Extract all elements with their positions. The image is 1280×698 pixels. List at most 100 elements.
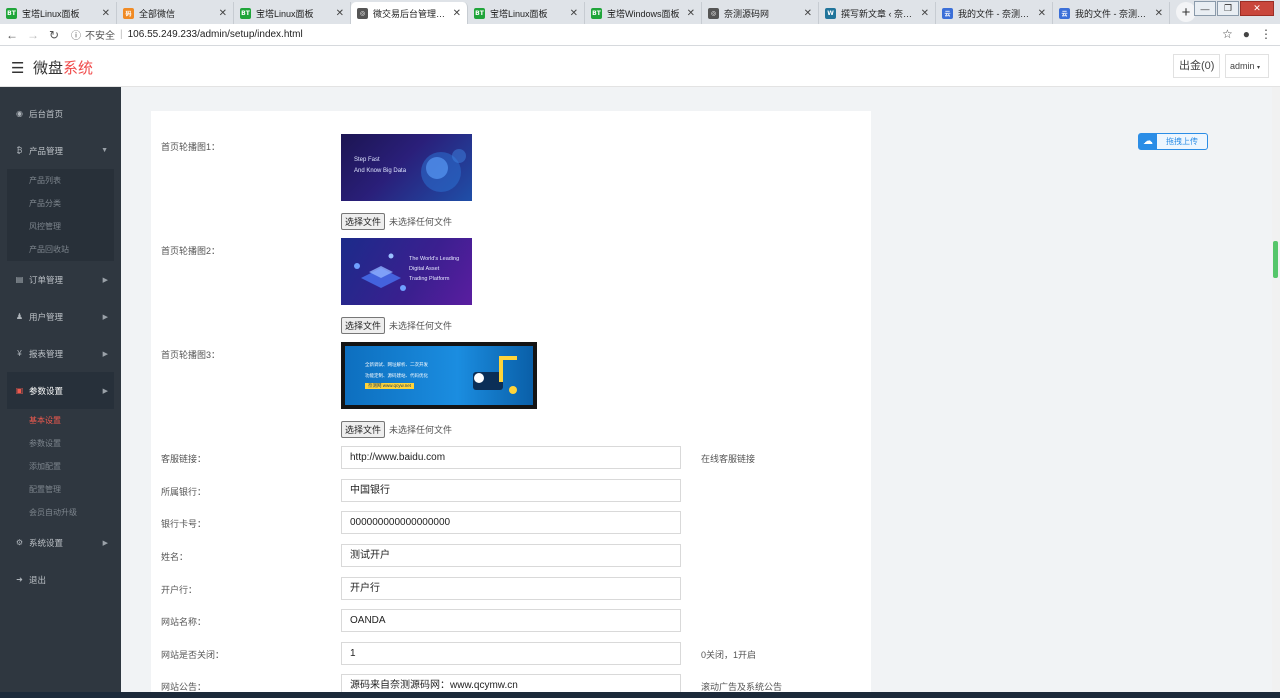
browser-tab-active[interactable]: ◎ 微交易后台管理系统 ✕ xyxy=(351,2,468,24)
sidebar-item-reports[interactable]: ¥ 报表管理 ▶ xyxy=(0,335,121,372)
tab-favicon-icon: BT xyxy=(591,7,602,19)
browser-tab[interactable]: W 撰写新文章 ‹ 奈测源 ✕ xyxy=(819,2,936,24)
new-tab-button[interactable]: + xyxy=(1176,2,1196,22)
tab-close-icon[interactable]: ✕ xyxy=(219,8,227,19)
brand-logo: 微盘系统 xyxy=(33,57,93,78)
user-dropdown[interactable]: admin ▾ xyxy=(1225,54,1269,78)
submenu-item[interactable]: 风控管理 xyxy=(7,215,114,238)
chevron-right-icon: ▶ xyxy=(102,350,108,358)
browser-tab[interactable]: BT 宝塔Linux面板 ✕ xyxy=(0,2,117,24)
sidebar-item-label: 订单管理 xyxy=(29,274,64,285)
menu-toggle-icon[interactable]: ☰ xyxy=(11,59,24,77)
submenu-item[interactable]: 参数设置 xyxy=(0,432,121,455)
window-close-icon[interactable]: ✕ xyxy=(1240,1,1274,16)
submenu-item[interactable]: 产品回收站 xyxy=(7,238,114,261)
field-label: 开户行： xyxy=(161,585,198,595)
sidebar: ◉ 后台首页 ₿ 产品管理 ▼ 产品列表 产品分类 风控管理 产品回收站 ▤ 订单管理 ▶… xyxy=(0,87,121,698)
tab-favicon-icon: BT xyxy=(240,7,251,19)
dashboard-icon: ◉ xyxy=(16,109,23,118)
account-name-input[interactable]: 测试开户 xyxy=(341,544,681,567)
choose-file-button[interactable]: 选择文件 xyxy=(341,213,386,230)
tab-close-icon[interactable]: ✕ xyxy=(336,8,344,19)
tab-title: 撰写新文章 ‹ 奈测源 xyxy=(841,8,917,19)
profile-icon[interactable]: ● xyxy=(1243,27,1250,41)
submenu-item[interactable]: 会员自动升级 xyxy=(0,501,121,524)
browser-tab[interactable]: 云我的文件 - 奈测源码 ✕ xyxy=(936,2,1053,24)
card-number-input[interactable]: 000000000000000000 xyxy=(341,511,681,534)
service-link-input[interactable]: http://www.baidu.com xyxy=(341,446,681,469)
browser-menu-icon[interactable]: ⋮ xyxy=(1260,27,1272,41)
gears-icon: ⚙ xyxy=(15,538,24,547)
banner-graphic xyxy=(354,253,406,291)
choose-file-button[interactable]: 选择文件 xyxy=(341,421,386,438)
site-closed-input[interactable]: 1 xyxy=(341,642,681,665)
url-input[interactable]: 106.55.249.233/admin/setup/index.html xyxy=(128,29,303,40)
scrollbar-thumb[interactable] xyxy=(1273,241,1278,278)
field-label: 首页轮播图1： xyxy=(161,142,221,152)
tab-close-icon[interactable]: ✕ xyxy=(921,8,929,19)
url-separator: | xyxy=(120,29,123,40)
tab-favicon-icon: ◎ xyxy=(708,7,719,19)
browser-tab[interactable]: BT 宝塔Linux面板 ✕ xyxy=(234,2,351,24)
banner-text: Step Fast xyxy=(354,157,380,163)
tab-title: 全部微信 xyxy=(139,8,176,19)
tab-close-icon[interactable]: ✕ xyxy=(1155,8,1163,19)
banner-text: Trading Platform xyxy=(409,276,450,282)
file-picker: 选择文件 未选择任何文件 xyxy=(341,317,452,334)
tab-favicon-icon: ◎ xyxy=(357,7,368,19)
field-label: 网站是否关闭： xyxy=(161,650,225,660)
browser-tab[interactable]: 云我的文件 - 奈测源码 ✕ xyxy=(1053,2,1170,24)
browser-tab[interactable]: BT 宝塔Linux面板 ✕ xyxy=(468,2,585,24)
reload-icon[interactable]: ↻ xyxy=(45,28,63,42)
tab-favicon-icon: BT xyxy=(6,7,17,19)
browser-tab[interactable]: 码全部微信 ✕ xyxy=(117,2,234,24)
submenu-item[interactable]: 添加配置 xyxy=(0,455,121,478)
tab-title: 我的文件 - 奈测源码 xyxy=(958,8,1034,19)
submenu-item[interactable]: 产品分类 xyxy=(7,192,114,215)
cloud-icon: ☁ xyxy=(1139,134,1157,149)
tab-close-icon[interactable]: ✕ xyxy=(1038,8,1046,19)
browser-tab[interactable]: BT 宝塔Windows面板 ✕ xyxy=(585,2,702,24)
bank-name-input[interactable]: 中国银行 xyxy=(341,479,681,502)
app-header: ☰ 微盘系统 出金(0) admin ▾ xyxy=(0,46,1280,87)
address-bar: ← → ↻ ⓘ 不安全 | 106.55.249.233/admin/setup… xyxy=(0,24,1280,46)
info-icon[interactable]: ⓘ xyxy=(71,27,81,42)
tab-favicon-icon: W xyxy=(825,7,836,19)
sidebar-item-params[interactable]: ▣ 参数设置 ▶ xyxy=(7,372,114,409)
sidebar-item-users[interactable]: ♟ 用户管理 ▶ xyxy=(0,298,121,335)
upload-label: 拖拽上传 xyxy=(1166,137,1198,146)
logout-icon: ➜ xyxy=(16,575,23,584)
drag-upload-button[interactable]: ☁ 拖拽上传 xyxy=(1138,133,1208,150)
robot-graphic xyxy=(473,356,517,394)
user-name: admin xyxy=(1230,61,1255,71)
chevron-down-icon: ▼ xyxy=(101,147,108,154)
submenu-item[interactable]: 产品列表 xyxy=(7,169,114,192)
tab-close-icon[interactable]: ✕ xyxy=(102,8,110,19)
banner-text: 奈测网 www.qcyw.net xyxy=(365,383,415,389)
minimize-icon[interactable]: — xyxy=(1194,1,1216,16)
tab-title: 宝塔Linux面板 xyxy=(256,8,314,19)
sidebar-item-orders[interactable]: ▤ 订单管理 ▶ xyxy=(0,261,121,298)
tab-close-icon[interactable]: ✕ xyxy=(570,8,578,19)
back-icon[interactable]: ← xyxy=(3,28,21,42)
sidebar-item-home[interactable]: ◉ 后台首页 xyxy=(0,95,121,132)
sidebar-item-products[interactable]: ₿ 产品管理 ▼ xyxy=(0,132,121,169)
bookmark-star-icon[interactable]: ☆ xyxy=(1222,27,1233,41)
sidebar-item-logout[interactable]: ➜ 退出 xyxy=(0,561,121,598)
withdraw-button[interactable]: 出金(0) xyxy=(1173,54,1221,78)
tab-close-icon[interactable]: ✕ xyxy=(804,8,812,19)
forward-icon[interactable]: → xyxy=(24,28,42,42)
maximize-icon[interactable]: ❐ xyxy=(1217,1,1239,16)
user-icon: ♟ xyxy=(15,312,24,321)
site-name-input[interactable]: OANDA xyxy=(341,609,681,632)
browser-tab[interactable]: ◎ 奈测源码网 ✕ xyxy=(702,2,819,24)
page-scrollbar[interactable] xyxy=(1272,87,1280,698)
bank-branch-input[interactable]: 开户行 xyxy=(341,577,681,600)
submenu-item-active[interactable]: 基本设置 xyxy=(0,409,121,432)
yen-icon: ¥ xyxy=(17,349,22,358)
tab-close-icon[interactable]: ✕ xyxy=(453,8,461,19)
sidebar-item-system[interactable]: ⚙ 系统设置 ▶ xyxy=(0,524,121,561)
submenu-item[interactable]: 配置管理 xyxy=(0,478,121,501)
tab-close-icon[interactable]: ✕ xyxy=(687,8,695,19)
choose-file-button[interactable]: 选择文件 xyxy=(341,317,386,334)
